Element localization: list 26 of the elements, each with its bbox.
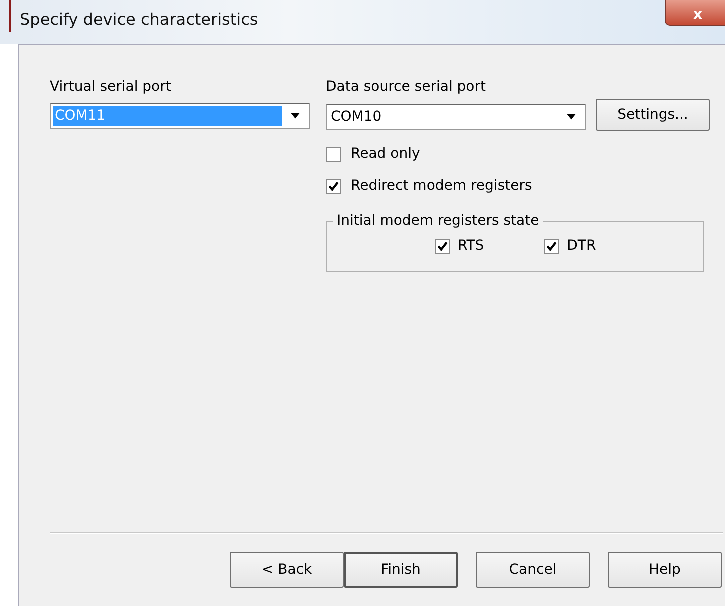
dialog-button[interactable]: Finish bbox=[344, 552, 458, 588]
checkbox[interactable] bbox=[326, 146, 341, 162]
dialog-button[interactable]: < Back bbox=[230, 552, 344, 588]
dropdown-arrow-icon bbox=[290, 112, 301, 120]
settings-button[interactable]: Settings... bbox=[596, 99, 710, 131]
window-title: Specify device characteristics bbox=[20, 10, 258, 29]
checkbox[interactable] bbox=[435, 238, 450, 254]
check-icon bbox=[437, 240, 448, 252]
checkbox[interactable] bbox=[544, 238, 560, 254]
field-label: Virtual serial port bbox=[50, 79, 172, 97]
dialog-button[interactable]: Cancel bbox=[476, 552, 590, 588]
checkbox-option[interactable]: RTS bbox=[435, 235, 484, 257]
checkbox-option[interactable]: Redirect modem registers bbox=[326, 175, 710, 197]
field-label: Data source serial port bbox=[326, 79, 487, 97]
checkbox-option[interactable]: Read only bbox=[326, 143, 710, 165]
check-icon bbox=[546, 240, 558, 252]
checkbox-option[interactable]: DTR bbox=[544, 235, 596, 257]
check-icon bbox=[328, 180, 339, 192]
dropdown-arrow-icon bbox=[566, 114, 577, 120]
dropdown-value: COM11 bbox=[53, 106, 282, 126]
dialog-button[interactable]: Help bbox=[608, 552, 722, 588]
dropdown-value: COM10 bbox=[330, 108, 383, 127]
checkbox[interactable] bbox=[326, 178, 341, 194]
port-dropdown[interactable]: COM10 bbox=[326, 104, 586, 130]
close-button[interactable]: x bbox=[665, 0, 725, 26]
group-title: Initial modem registers state bbox=[336, 213, 540, 229]
